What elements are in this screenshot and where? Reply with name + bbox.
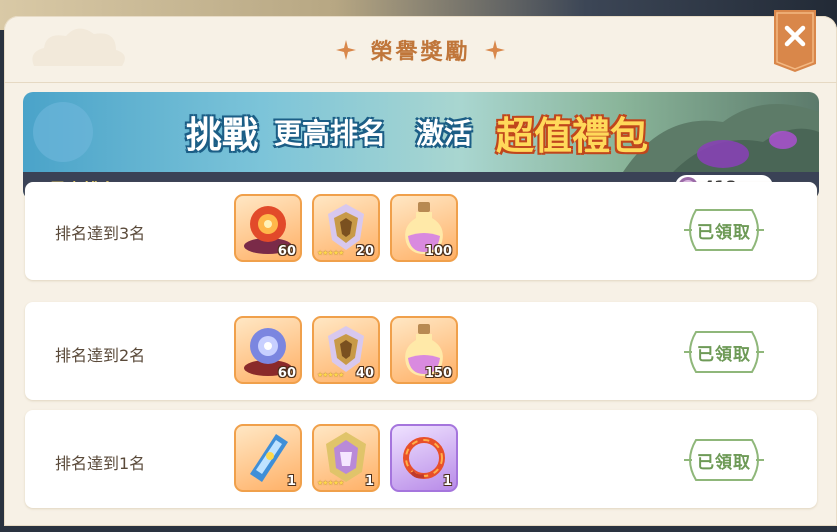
sparkle-right-icon	[484, 40, 505, 60]
item-stars: ★★★★★	[317, 249, 344, 257]
banner-text-challenge: 挑戰	[185, 115, 258, 156]
reward-item[interactable]: 100	[390, 194, 458, 262]
item-quantity: 1	[364, 474, 374, 489]
item-quantity: 1	[286, 474, 296, 489]
claimed-status: 已領取	[697, 344, 751, 365]
item-quantity: 40	[355, 366, 374, 381]
close-button[interactable]	[774, 10, 816, 72]
rewards-list[interactable]: 排名達到3名 60 ★★★★★ 20 100 已領取 排名達到2名 60 ★★★…	[25, 182, 821, 532]
dialog-title-wrap: 榮譽獎勵	[4, 34, 837, 66]
item-quantity: 150	[424, 366, 452, 381]
reward-row-label: 排名達到2名	[55, 346, 146, 365]
claimed-status: 已領取	[697, 222, 751, 243]
item-quantity: 60	[277, 244, 296, 259]
item-quantity: 60	[277, 366, 296, 381]
item-quantity: 1	[442, 474, 452, 489]
sparkle-left-icon	[336, 40, 357, 60]
item-quantity: 20	[355, 244, 374, 259]
honor-rewards-dialog: 榮譽獎勵 挑戰 更高排名 激活 超值禮包 排名達到3名 60 ★★★★★ 20 …	[4, 10, 837, 526]
reward-item[interactable]: 1	[234, 424, 302, 492]
item-quantity: 100	[424, 244, 452, 259]
banner-text-activate: 激活	[416, 117, 473, 150]
reward-item[interactable]: 60	[234, 194, 302, 262]
reward-item[interactable]: ★★★★★ 1	[312, 424, 380, 492]
reward-row-rank-2: 排名達到2名 60 ★★★★★ 40 150 已領取	[25, 302, 817, 400]
reward-item[interactable]: 60	[234, 316, 302, 384]
banner-text-value-pack: 超值禮包	[496, 113, 649, 158]
reward-row-rank-1: 排名達到1名 1 ★★★★★ 1 1 已領取	[25, 410, 817, 508]
reward-item[interactable]: 150	[390, 316, 458, 384]
reward-item[interactable]: ★★★★★ 20	[312, 194, 380, 262]
dialog-header: 榮譽獎勵	[4, 10, 837, 83]
dialog-title: 榮譽獎勵	[370, 40, 471, 65]
banner-text-higher-rank: 更高排名	[273, 117, 386, 150]
reward-row-label: 排名達到1名	[55, 454, 146, 473]
claimed-status: 已領取	[697, 452, 751, 473]
item-stars: ★★★★★	[317, 479, 344, 487]
item-stars: ★★★★★	[317, 371, 344, 379]
banner-slogan: 挑戰 更高排名 激活 超值禮包	[23, 92, 819, 172]
reward-row-rank-3: 排名達到3名 60 ★★★★★ 20 100 已領取	[25, 182, 817, 280]
reward-row-label: 排名達到3名	[55, 224, 146, 243]
reward-item[interactable]: 1	[390, 424, 458, 492]
reward-item[interactable]: ★★★★★ 40	[312, 316, 380, 384]
